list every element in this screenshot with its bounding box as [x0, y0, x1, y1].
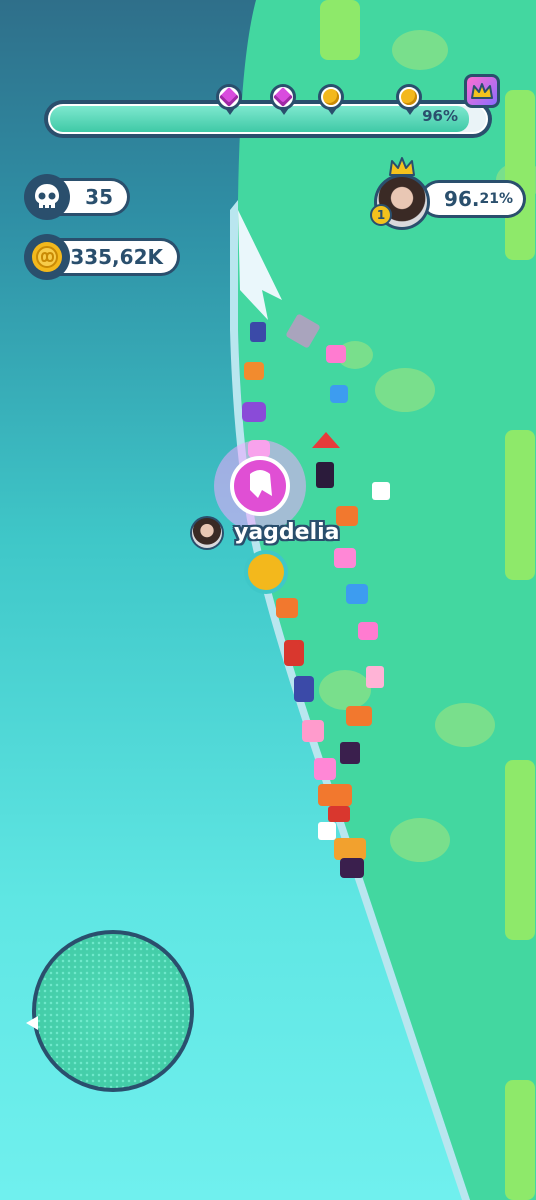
kills-counter: 35	[24, 174, 130, 220]
coin-icon	[24, 234, 70, 280]
leader-score: 96. 21%	[420, 180, 526, 218]
leader-rank-badge: 1	[370, 204, 392, 226]
progress-percent: 96%	[422, 107, 458, 125]
crown-reward	[464, 74, 500, 108]
leader-percent-decimal: 21%	[479, 191, 513, 207]
milestone-coin-1	[318, 84, 344, 115]
coin-icon	[401, 89, 417, 105]
milestone-coin-2	[396, 84, 422, 115]
minimap[interactable]	[32, 930, 194, 1092]
coin-icon	[323, 89, 339, 105]
coins-value: 335,62K	[70, 245, 163, 269]
leader-percent-main: 96.	[444, 187, 480, 211]
milestone-gem-1	[216, 84, 242, 115]
gem-icon	[219, 87, 239, 107]
player-avatar	[190, 516, 224, 550]
player-name: yagdelia	[234, 520, 340, 545]
gem-icon	[273, 87, 293, 107]
coins-counter: 335,62K	[24, 234, 180, 280]
kills-value: 35	[85, 185, 113, 209]
milestone-gem-2	[270, 84, 296, 115]
level-progress-bar: 96%	[44, 100, 492, 138]
minimap-direction-marker	[26, 1016, 38, 1030]
player-unit	[244, 550, 288, 594]
skull-icon	[24, 174, 70, 220]
crown-icon	[389, 157, 415, 176]
crown-icon	[471, 83, 493, 99]
